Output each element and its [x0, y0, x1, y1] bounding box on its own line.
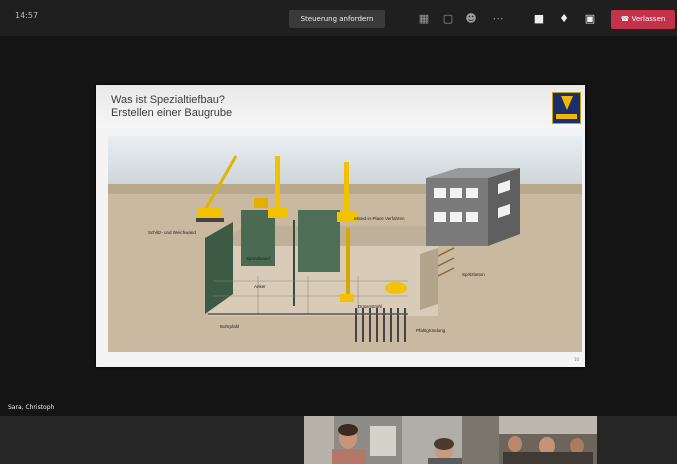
label-spundwand: Spundwand	[246, 256, 270, 261]
label-schlitzwand: Schlitz- und Weichwand	[148, 230, 196, 235]
chat-icon[interactable]: ▢	[441, 12, 455, 26]
slide-header: Was ist Spezialtiefbau? Erstellen einer …	[96, 85, 585, 127]
slide-title: Was ist Spezialtiefbau? Erstellen einer …	[111, 94, 232, 120]
excavator-small	[254, 198, 268, 208]
label-bohrpfahl: Bohrpfahl	[220, 324, 239, 329]
label-mixed-in-place: Mixed-in-Place Verfahren	[354, 216, 405, 221]
participant-video-2[interactable]	[402, 416, 499, 464]
meeting-toolbar: 14:57 Steuerung anfordern ▦ ▢ ☻ ⋯ ■ ♦ ▣ …	[0, 0, 677, 36]
label-pfahlgruendung: Pfahlgründung	[416, 328, 446, 333]
presentation-slide: Was ist Spezialtiefbau? Erstellen einer …	[96, 85, 585, 367]
meeting-timer: 14:57	[15, 11, 39, 20]
participant-video-1[interactable]	[304, 416, 402, 464]
slide-page-number: 10	[574, 357, 580, 362]
bored-pile-wall	[298, 210, 340, 272]
slide-title-line2: Erstellen einer Baugrube	[111, 107, 233, 119]
company-logo	[552, 92, 581, 124]
leave-button[interactable]: ☎ Verlassen	[611, 10, 675, 29]
request-control-button[interactable]: Steuerung anfordern	[289, 10, 385, 28]
leave-label: Verlassen	[631, 15, 666, 23]
logo-arrow-icon	[561, 96, 573, 110]
presenter-name: Sara, Christoph	[8, 404, 55, 411]
participant-video-3[interactable]	[499, 416, 597, 464]
excavation-diagram: Schlitz- und Weichwand Spundwand Anker M…	[108, 136, 582, 352]
underpinning-block	[420, 248, 438, 310]
more-icon[interactable]: ⋯	[491, 12, 505, 26]
label-anker: Anker	[254, 284, 266, 289]
logo-bar	[556, 114, 577, 119]
label-duesenstrahl: Düsenstrahl	[358, 304, 382, 309]
participant-avatar-1	[304, 416, 402, 464]
phone-hangup-icon: ☎	[620, 15, 630, 23]
camera-icon[interactable]: ■	[532, 12, 546, 26]
participant-avatar-3	[499, 416, 597, 464]
microphone-icon[interactable]: ♦	[557, 12, 571, 26]
label-spritzbeton: Spritzbeton	[462, 272, 485, 277]
grid-icon[interactable]: ▦	[417, 12, 431, 26]
participants-icon[interactable]: ☻	[464, 12, 478, 26]
construction-illustration: Schlitz- und Weichwand Spundwand Anker M…	[108, 136, 582, 352]
slide-title-line1: Was ist Spezialtiefbau?	[111, 94, 225, 106]
share-screen-icon[interactable]: ▣	[583, 12, 597, 26]
spraying-unit	[385, 282, 407, 294]
participant-avatar-2	[402, 416, 499, 464]
neighbouring-building	[426, 168, 520, 246]
